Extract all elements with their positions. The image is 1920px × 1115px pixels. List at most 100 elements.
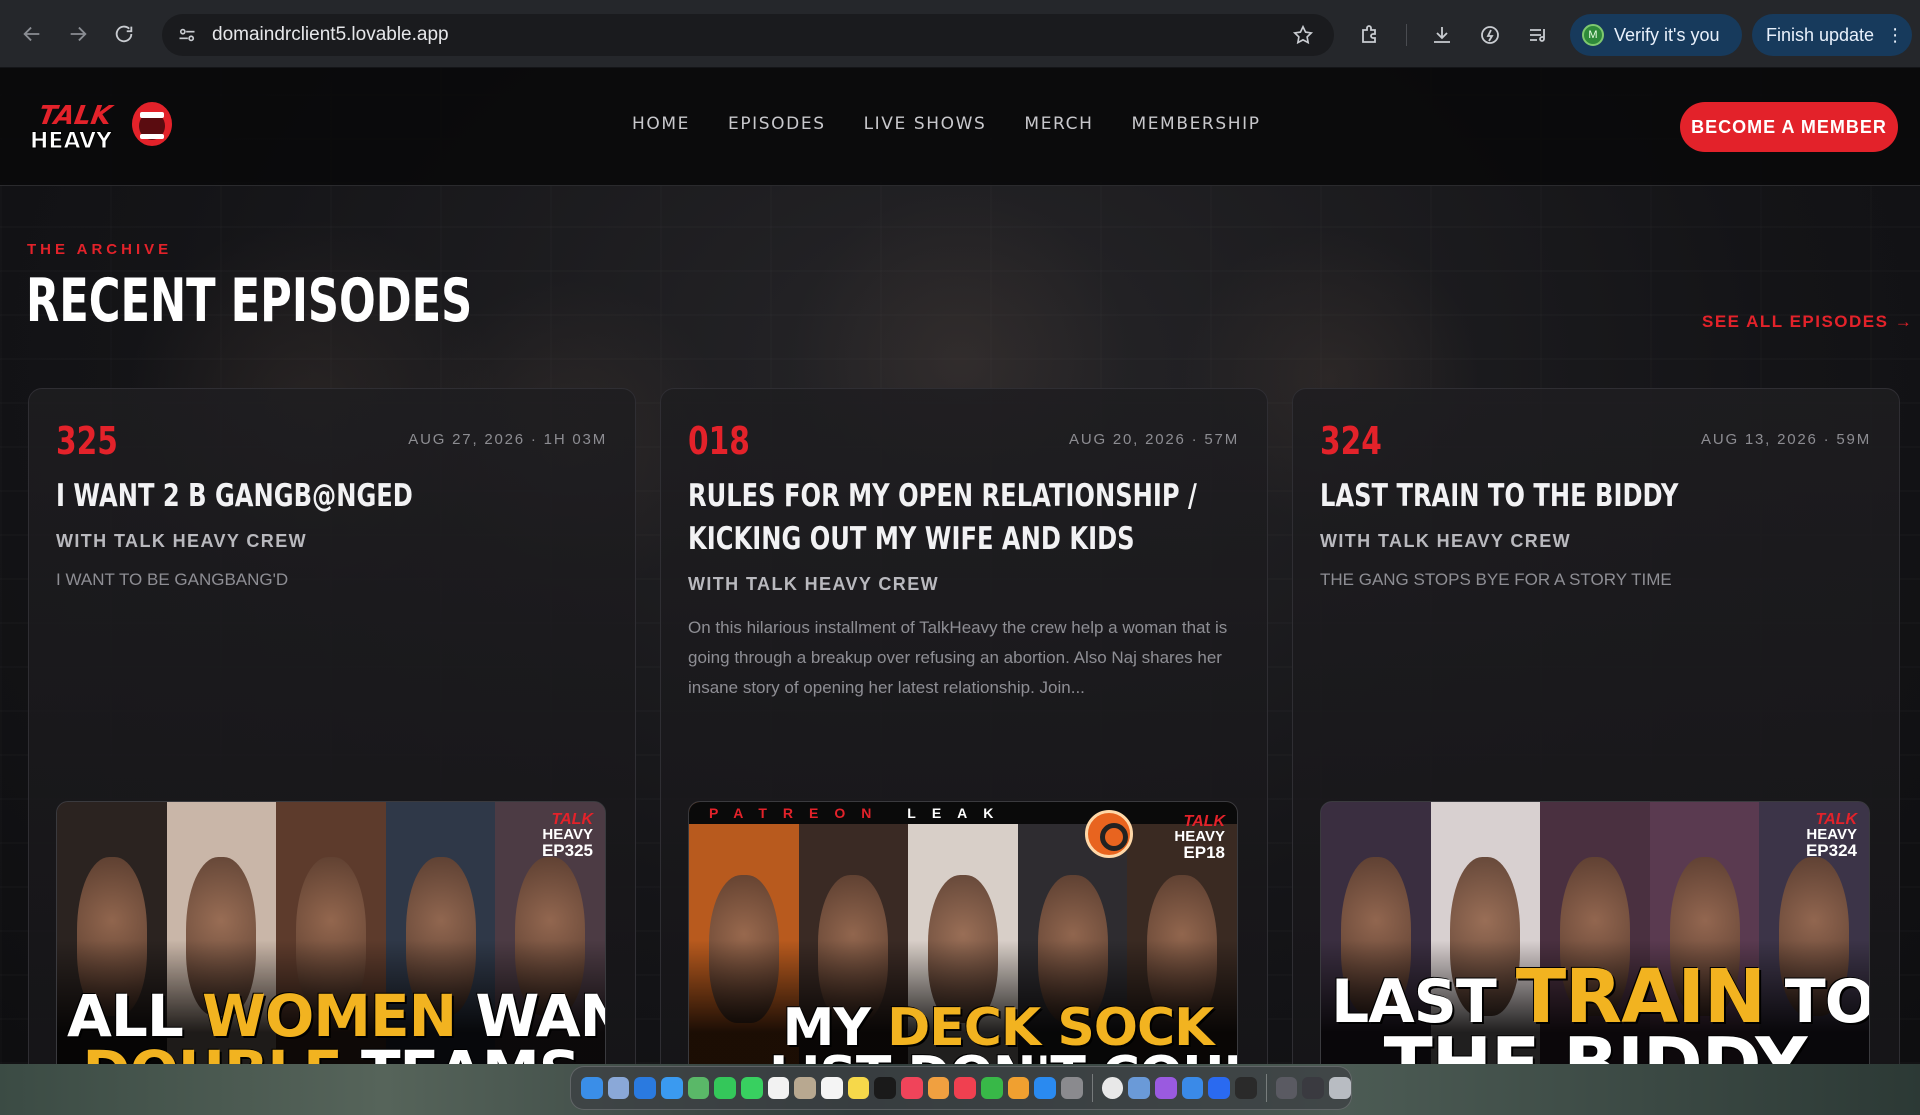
- tv-icon[interactable]: [874, 1077, 897, 1099]
- nav-merch[interactable]: MERCH: [1024, 114, 1093, 134]
- screenshot-stack-icon[interactable]: [1302, 1077, 1325, 1099]
- banner-word: LEAK: [907, 805, 1010, 821]
- episode-meta: AUG 13, 2026 · 59M: [1701, 431, 1871, 448]
- headline-word: DOUBLE: [82, 1038, 342, 1064]
- back-icon[interactable]: [12, 14, 52, 54]
- verify-label: Verify it's you: [1614, 24, 1720, 45]
- logo-heavy-text: HEAVY: [30, 129, 113, 154]
- url-text[interactable]: domaindrclient5.lovable.app: [212, 24, 449, 46]
- badge-episode: EP324: [1805, 841, 1857, 860]
- finish-update-label: Finish update: [1766, 24, 1875, 45]
- dock-divider: [1265, 1074, 1267, 1102]
- logo-talk-text: TALK: [36, 101, 115, 131]
- address-bar[interactable]: domaindrclient5.lovable.app: [162, 14, 1334, 56]
- episode-card[interactable]: 018 AUG 20, 2026 · 57M RULES FOR MY OPEN…: [660, 388, 1268, 1064]
- system-settings-icon[interactable]: [1061, 1077, 1083, 1099]
- app-store-icon[interactable]: [1034, 1077, 1057, 1099]
- numbers-icon[interactable]: [981, 1077, 1003, 1099]
- calendar-icon[interactable]: [767, 1077, 790, 1099]
- episode-title[interactable]: LAST TRAIN TO THE BIDDY: [1320, 475, 1866, 518]
- pages-icon[interactable]: [1007, 1077, 1030, 1099]
- mouth-icon: [132, 102, 172, 146]
- episode-description: On this hilarious installment of TalkHea…: [688, 618, 1228, 697]
- page-title: RECENT EPISODES: [26, 266, 473, 336]
- podcasts-icon[interactable]: [1155, 1077, 1177, 1099]
- nav-home[interactable]: HOME: [632, 114, 690, 134]
- finish-update-button[interactable]: Finish update ⋮: [1752, 14, 1912, 56]
- facetime-icon[interactable]: [714, 1077, 737, 1099]
- reminders-icon[interactable]: [821, 1077, 843, 1099]
- episode-thumbnail[interactable]: TALK HEAVY EP324 LAST TRAIN TO THE BIDDY: [1320, 801, 1870, 1064]
- music-icon[interactable]: [901, 1077, 923, 1099]
- trash-icon[interactable]: [1329, 1077, 1351, 1099]
- episode-title[interactable]: RULES FOR MY OPEN RELATIONSHIP / KICKING…: [688, 475, 1234, 561]
- browser-toolbar: domaindrclient5.lovable.app M Verify it'…: [0, 0, 1920, 68]
- headline-word: THE BIDDY: [1383, 1022, 1808, 1064]
- nav-live-shows[interactable]: LIVE SHOWS: [864, 114, 987, 134]
- episode-card[interactable]: 325 AUG 27, 2026 · 1H 03M I WANT 2 B GAN…: [28, 388, 636, 1064]
- chrome-icon[interactable]: [1101, 1077, 1124, 1099]
- quicktime-icon[interactable]: [1181, 1077, 1204, 1099]
- see-all-episodes-link[interactable]: SEE ALL EPISODES →: [1702, 312, 1913, 332]
- news-icon[interactable]: [954, 1077, 977, 1099]
- finder-icon[interactable]: [581, 1077, 603, 1099]
- episode-meta: AUG 27, 2026 · 1H 03M: [408, 431, 607, 448]
- kebab-menu-icon[interactable]: ⋮: [1886, 25, 1904, 46]
- banner-word: PATREON: [709, 805, 888, 821]
- photos-icon[interactable]: [927, 1077, 950, 1099]
- notes-icon[interactable]: [847, 1077, 870, 1099]
- badge-episode: EP18: [1183, 843, 1225, 862]
- nav-membership[interactable]: MEMBERSHIP: [1131, 114, 1260, 134]
- messages-icon[interactable]: [741, 1077, 763, 1099]
- episode-thumbnail[interactable]: TALK HEAVY EP325 ALL WOMEN WANT DOUBLE T…: [56, 801, 606, 1064]
- episode-card[interactable]: 324 AUG 13, 2026 · 59M LAST TRAIN TO THE…: [1292, 388, 1900, 1064]
- episode-description: I WANT TO BE GANGBANG'D: [56, 570, 289, 589]
- episode-host: WITH TALK HEAVY CREW: [1320, 531, 1571, 551]
- become-member-button[interactable]: BECOME A MEMBER: [1680, 102, 1898, 152]
- thumbnail-badge: TALK HEAVY EP324: [1806, 812, 1857, 860]
- site-header: TALK HEAVY HOME EPISODES LIVE SHOWS MERC…: [0, 68, 1920, 186]
- badge-episode: EP325: [541, 841, 593, 860]
- bookmark-star-icon[interactable]: [1292, 24, 1314, 46]
- website-viewport: TALK HEAVY HOME EPISODES LIVE SHOWS MERC…: [0, 68, 1920, 1064]
- contacts-icon[interactable]: [794, 1077, 817, 1099]
- episode-number: 325: [56, 419, 118, 463]
- launchpad-icon[interactable]: [607, 1077, 630, 1099]
- badge-talk: TALK: [551, 811, 593, 828]
- forward-icon[interactable]: [58, 14, 98, 54]
- dock-divider: [1091, 1074, 1093, 1102]
- episode-number: 018: [688, 419, 750, 463]
- episode-title[interactable]: I WANT 2 B GANGB@NGED: [56, 475, 602, 518]
- episode-host: WITH TALK HEAVY CREW: [688, 574, 939, 594]
- patreon-logo-icon: [1085, 810, 1133, 858]
- episode-thumbnail[interactable]: PATREON LEAK TALK HEAVY EP18 MY DECK SOC…: [688, 801, 1238, 1064]
- safari-icon[interactable]: [634, 1077, 657, 1099]
- toolbar-divider: [1406, 24, 1407, 46]
- mail-icon[interactable]: [661, 1077, 683, 1099]
- nav-episodes[interactable]: EPISODES: [728, 114, 826, 134]
- thumbnail-headline: ALL WOMEN WANT DOUBLE TEAMS: [67, 987, 605, 1064]
- media-queue-icon[interactable]: [1526, 23, 1550, 47]
- patreon-leak-banner: PATREON LEAK: [689, 802, 1237, 824]
- talk-heavy-logo[interactable]: TALK HEAVY: [28, 98, 176, 156]
- profile-avatar: M: [1582, 24, 1604, 46]
- episode-description: THE GANG STOPS BYE FOR A STORY TIME: [1320, 570, 1672, 589]
- thumbnail-badge: TALK HEAVY EP325: [542, 812, 593, 860]
- badge-heavy: HEAVY: [542, 826, 593, 843]
- macos-dock: [570, 1066, 1352, 1110]
- extensions-icon[interactable]: [1358, 23, 1382, 47]
- downloads-stack-icon[interactable]: [1275, 1077, 1298, 1099]
- performance-icon[interactable]: [1478, 23, 1502, 47]
- maps-icon[interactable]: [687, 1077, 710, 1099]
- finder-window-icon[interactable]: [1128, 1077, 1151, 1099]
- verify-profile-button[interactable]: M Verify it's you: [1570, 14, 1742, 56]
- site-settings-icon[interactable]: [176, 24, 198, 46]
- terminal-icon[interactable]: [1235, 1077, 1257, 1099]
- headline-word: LIST DON'T COUNT: [769, 1046, 1237, 1064]
- zoom-icon[interactable]: [1208, 1077, 1231, 1099]
- main-nav: HOME EPISODES LIVE SHOWS MERCH MEMBERSHI…: [632, 114, 1261, 134]
- badge-talk: TALK: [1815, 811, 1857, 828]
- reload-icon[interactable]: [104, 14, 144, 54]
- episode-number: 324: [1320, 419, 1382, 463]
- download-icon[interactable]: [1430, 23, 1454, 47]
